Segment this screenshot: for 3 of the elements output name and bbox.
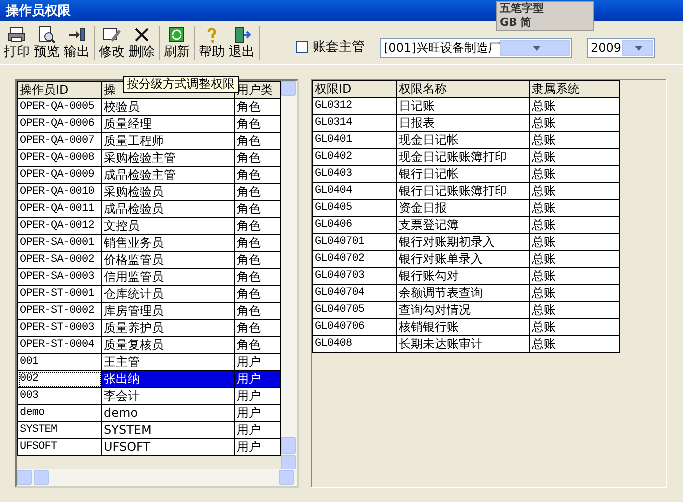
checkbox-label: 账套主管 bbox=[313, 38, 365, 56]
window-title: 操作员权限 bbox=[6, 4, 71, 19]
tooltip: 按分级方式调整权限 bbox=[123, 76, 239, 93]
